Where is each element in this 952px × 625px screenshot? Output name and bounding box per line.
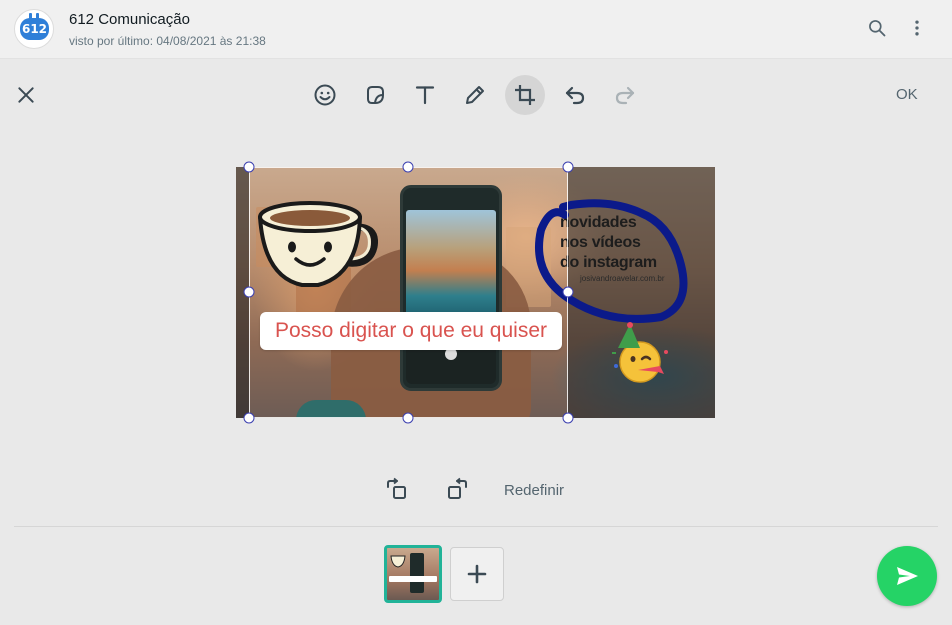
chat-header: 612 612 Comunicação visto por último: 04… [0,0,952,59]
promo-line: do instagram [560,254,657,271]
ok-button[interactable]: OK [896,86,918,103]
phone-image [400,185,502,391]
media-thumbnail[interactable] [384,545,442,603]
last-seen-status: visto por último: 04/08/2021 às 21:38 [69,34,266,48]
crop-handle-left[interactable] [243,286,255,298]
close-editor-button[interactable] [12,81,40,109]
search-button[interactable] [865,16,889,40]
thumbnail-phone [410,553,424,593]
send-button[interactable] [877,546,937,606]
phone-screen [406,210,496,320]
reset-crop-button[interactable]: Redefinir [504,482,564,499]
avatar-logo-text: 612 [20,18,49,40]
pencil-icon [466,86,484,104]
add-media-button[interactable] [450,547,504,601]
thumbnail-caption [389,576,437,582]
thumbnail-cup [390,555,406,568]
crop-handle-bottom[interactable] [402,412,414,424]
menu-dots-icon [915,20,919,36]
rotate-left-button[interactable] [384,476,410,502]
redo-button[interactable] [605,75,645,115]
party-face-emoji[interactable] [608,322,672,386]
rotate-right-button[interactable] [444,476,470,502]
crop-icon [515,85,535,105]
rotate-right-icon [448,477,467,499]
caption-text-sticker[interactable]: Posso digitar o que eu quiser [260,312,562,350]
promo-line: nos vídeos [560,234,641,251]
crop-tool-button[interactable] [505,75,545,115]
contact-name[interactable]: 612 Comunicação [69,11,190,28]
plus-icon [467,564,487,584]
search-icon [869,20,886,37]
close-icon [18,87,34,103]
promo-url: josivandroavelar.com.br [580,274,665,283]
text-tool-button[interactable] [405,75,445,115]
crop-handle-top-left[interactable] [243,161,255,173]
sleeve [296,400,366,418]
menu-button[interactable] [905,16,929,40]
promo-line: novidades [560,214,637,231]
crop-handle-top[interactable] [402,161,414,173]
draw-tool-button[interactable] [455,75,495,115]
sticker-icon [367,86,384,104]
crop-handle-bottom-left[interactable] [243,412,255,424]
sticker-tool-button[interactable] [355,75,395,115]
emoji-tool-button[interactable] [305,75,345,115]
promo-text-sticker[interactable]: novidades nos vídeos do instagram josiva… [560,213,690,283]
rotate-left-icon [387,477,406,499]
send-icon [897,567,918,585]
avatar[interactable]: 612 [14,9,54,49]
coffee-cup-sticker[interactable] [256,197,378,289]
crop-handle-top-right[interactable] [562,161,574,173]
undo-button[interactable] [555,75,595,115]
redo-icon [615,86,635,105]
undo-icon [565,86,585,105]
crop-handle-right[interactable] [562,286,574,298]
emoji-icon [314,84,336,106]
crop-handle-bottom-right[interactable] [562,412,574,424]
image-canvas[interactable]: novidades nos vídeos do instagram josiva… [236,167,715,418]
divider [14,526,938,527]
text-icon [415,86,435,105]
